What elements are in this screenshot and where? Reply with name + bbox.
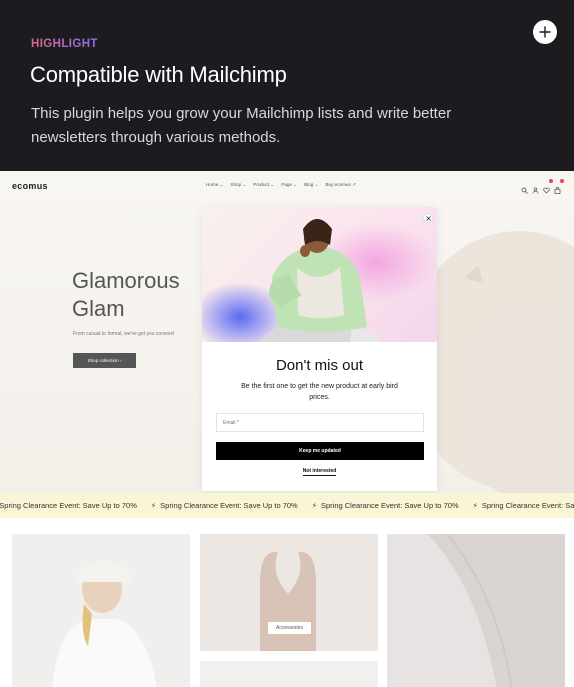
nav-item-buy[interactable]: Buy ecomus ↗ [325,182,355,188]
user-icon[interactable] [532,181,539,194]
nav-label: Buy ecomus [325,182,351,187]
plus-icon [539,26,551,38]
nav-item-shop[interactable]: Shop ⌄ [230,182,246,188]
shop-collection-label: Shop collection [87,358,119,363]
shop-collection-button[interactable]: Shop collection › [73,353,136,368]
store-screenshot: ecomus Home ⌄ Shop ⌄ Product ⌄ Page ⌄ Bl… [0,171,574,687]
search-icon[interactable] [521,181,528,194]
bag-icon[interactable] [554,179,564,194]
marquee-item: ⚡Spring Clearance Event: Save Up to 70% [0,501,137,510]
popup-model-image [202,207,437,342]
marquee-item: ⚡Spring Clearance Event: Save Up to 70% [151,501,298,510]
heart-icon[interactable] [543,179,553,194]
marquee-track: ⚡Spring Clearance Event: Save Up to 70% … [0,501,574,510]
hero-model-image [470,311,574,501]
email-field[interactable] [216,413,424,432]
lightning-icon: ⚡ [150,501,157,510]
keep-me-updated-button[interactable]: Keep me updated [216,442,424,460]
wishlist-badge [549,179,553,183]
nav-label: Home [206,182,219,187]
nav-item-home[interactable]: Home ⌄ [206,182,223,188]
hero-section: ecomus Home ⌄ Shop ⌄ Product ⌄ Page ⌄ Bl… [0,171,574,501]
nav-item-product[interactable]: Product ⌄ [253,182,274,188]
hero-title: Glamorous Glam [72,267,180,323]
lightning-icon: ⚡ [472,501,478,510]
marquee-item: ⚡ Spring Clearance Event: Save Up to 70% [312,501,459,510]
product-grid: Accessories [0,518,574,687]
popup-title: Don't mis out [275,357,364,374]
marquee-text: Spring Clearance Event: Save Up to 70% [160,501,298,510]
marquee-text: Spring Clearance Event: Save Up to 70% [481,501,574,510]
hoodie-model-image [52,560,157,687]
not-interested-link[interactable]: Not interested [202,468,437,476]
hero-title-line2: Glam [72,296,125,321]
feature-card: HIGHLIGHT Compatible with Mailchimp This… [0,0,574,687]
model-illustration [202,219,437,342]
marquee-text: Spring Clearance Event: Save Up to 70% [321,501,459,510]
category-tile-accessories[interactable]: Accessories [200,534,378,651]
category-tile-hoodie[interactable] [12,534,190,687]
nav-label: Shop [230,182,242,187]
hero-subtitle: From casual to formal, we've got you cov… [73,331,174,337]
chevron-right-icon: › [119,358,122,363]
hero-title-line1: Glamorous [72,268,180,293]
accessories-chip[interactable]: Accessories [268,622,311,634]
newsletter-popup: Don't mis out Be the first one to get th… [202,207,437,491]
email-input[interactable] [223,419,413,426]
nav-label: Product [253,182,270,187]
model-leg-image [427,534,565,687]
lightning-icon: ⚡ [311,501,317,510]
expand-button[interactable] [533,20,557,44]
popup-body: Be the first one to get the new product … [241,383,398,401]
feature-description: This plugin helps you grow your Mailchim… [31,105,452,146]
category-tile-extra[interactable] [200,661,378,687]
nav-label: Page [281,182,292,187]
not-interested-label: Not interested [302,468,337,476]
cart-badge [560,179,564,183]
header-icons [521,179,564,194]
eyebrow-label: HIGHLIGHT [31,38,98,50]
nav-label: Blog [304,182,314,187]
store-logo[interactable]: ecomus [12,181,48,191]
nav-item-page[interactable]: Page ⌄ [281,182,297,188]
close-icon [425,215,431,221]
store-nav: Home ⌄ Shop ⌄ Product ⌄ Page ⌄ Blog ⌄ Bu… [206,182,356,188]
popup-close-button[interactable] [423,213,433,223]
feature-title: Compatible with Mailchimp [30,62,287,87]
nav-item-blog[interactable]: Blog ⌄ [304,182,318,188]
category-tile-model[interactable] [387,534,565,687]
marquee-item: ⚡Spring Clearance Event: Save Up to 70% [473,501,574,510]
announcement-marquee: ⚡Spring Clearance Event: Save Up to 70% … [0,493,574,518]
marquee-text: Spring Clearance Event: Save Up to 70% [0,501,137,510]
